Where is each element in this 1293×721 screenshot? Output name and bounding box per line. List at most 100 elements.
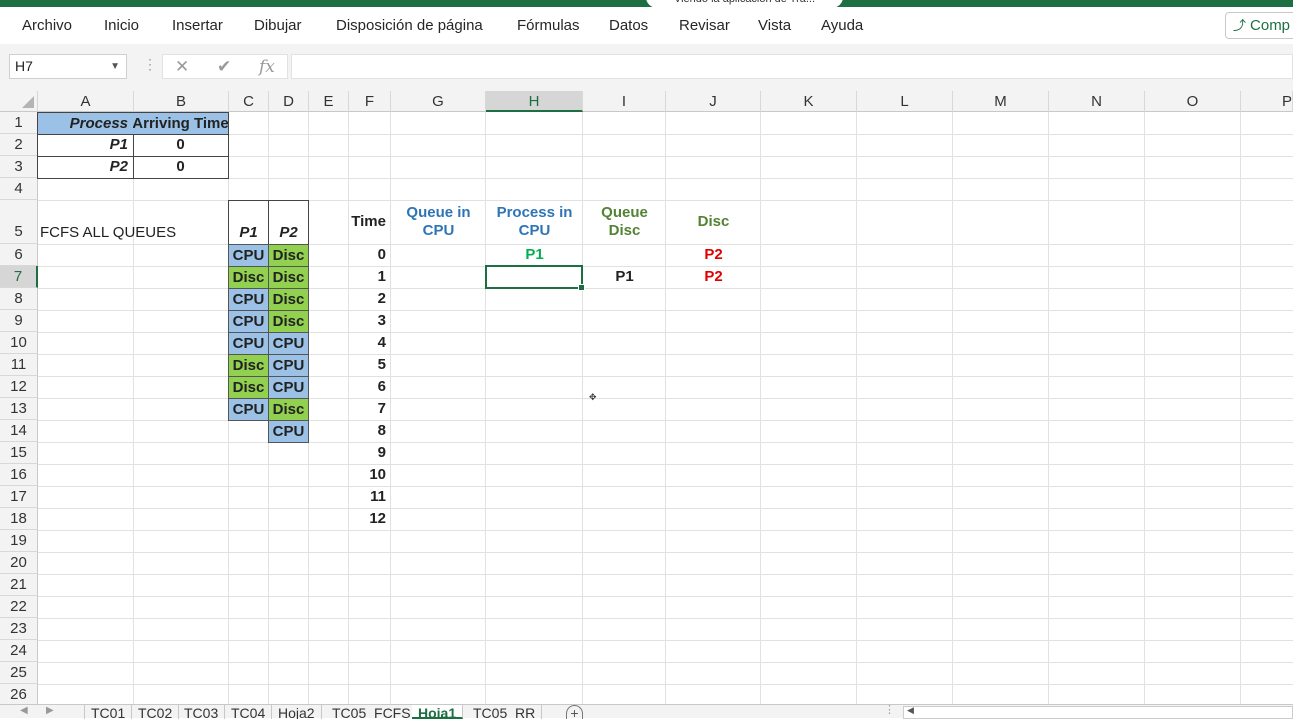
row-header-26[interactable]: 26 <box>0 684 38 704</box>
scroll-left-icon[interactable]: ◀ <box>20 705 28 716</box>
p1-burst-4[interactable]: CPU <box>228 310 269 333</box>
cell-c5-p1-header[interactable]: P1 <box>228 200 269 245</box>
p2-burst-2[interactable]: Disc <box>268 266 309 289</box>
row-header-18[interactable]: 18 <box>0 508 38 530</box>
cell-i7-queue-disc[interactable]: P1 <box>583 266 666 288</box>
column-header-o[interactable]: O <box>1145 91 1241 112</box>
row-header-13[interactable]: 13 <box>0 398 38 420</box>
row-header-10[interactable]: 10 <box>0 332 38 354</box>
tab-formulas[interactable]: Fórmulas <box>517 17 580 34</box>
formula-input[interactable] <box>291 54 1293 79</box>
sheet-tab-tc05-rr[interactable]: TC05_RR <box>467 705 543 719</box>
row-header-15[interactable]: 15 <box>0 442 38 464</box>
row-header-8[interactable]: 8 <box>0 288 38 310</box>
cell-a5-fcfs-label[interactable]: FCFS ALL QUEUES <box>38 222 228 244</box>
row-header-6[interactable]: 6 <box>0 244 38 266</box>
cell-h6-process-cpu[interactable]: P1 <box>486 244 583 266</box>
column-header-l[interactable]: L <box>857 91 953 112</box>
row-header-11[interactable]: 11 <box>0 354 38 376</box>
row-header-20[interactable]: 20 <box>0 552 38 574</box>
row-header-3[interactable]: 3 <box>0 156 38 178</box>
column-header-m[interactable]: M <box>953 91 1049 112</box>
scroll-left-arrow-icon[interactable]: ◀ <box>907 705 914 716</box>
p2-burst-4[interactable]: Disc <box>268 310 309 333</box>
chevron-down-icon[interactable]: ▼ <box>110 55 120 78</box>
cell-d5-p2-header[interactable]: P2 <box>268 200 309 245</box>
cell-j5-disc-header[interactable]: Disc <box>666 200 761 244</box>
row-header-21[interactable]: 21 <box>0 574 38 596</box>
p1-burst-5[interactable]: CPU <box>228 332 269 355</box>
cell-b3-arriving[interactable]: 0 <box>133 156 229 179</box>
p2-burst-1[interactable]: Disc <box>268 244 309 267</box>
row-header-19[interactable]: 19 <box>0 530 38 552</box>
time-value-1[interactable]: 1 <box>349 266 391 288</box>
tab-dibujar[interactable]: Dibujar <box>254 17 302 34</box>
time-value-3[interactable]: 3 <box>349 310 391 332</box>
p2-burst-3[interactable]: Disc <box>268 288 309 311</box>
row-header-4[interactable]: 4 <box>0 178 38 200</box>
function-icon[interactable]: fx <box>259 57 275 77</box>
row-header-14[interactable]: 14 <box>0 420 38 442</box>
tab-inicio[interactable]: Inicio <box>104 17 139 34</box>
cell-i5-queue-disc-header[interactable]: Queue Disc <box>583 200 666 244</box>
time-value-9[interactable]: 9 <box>349 442 391 464</box>
time-value-4[interactable]: 4 <box>349 332 391 354</box>
sheet-tab-tc03[interactable]: TC03 <box>178 705 226 719</box>
sheet-tab-tc04[interactable]: TC04 <box>225 705 273 719</box>
cell-j7-disc[interactable]: P2 <box>666 266 761 288</box>
sheet-tab-tc05-fcfs[interactable]: TC05_FCFS <box>326 705 418 719</box>
row-header-5[interactable]: 5 <box>0 200 38 244</box>
row-header-12[interactable]: 12 <box>0 376 38 398</box>
column-header-h[interactable]: H <box>486 91 583 112</box>
column-header-c[interactable]: C <box>229 91 269 112</box>
cell-g5-queue-cpu-header[interactable]: Queue in CPU <box>391 200 486 244</box>
cell-h5-process-cpu-header[interactable]: Process in CPU <box>486 200 583 244</box>
time-value-0[interactable]: 0 <box>349 244 391 266</box>
add-sheet-button[interactable]: + <box>566 705 583 721</box>
p2-burst-6[interactable]: CPU <box>268 354 309 377</box>
confirm-icon[interactable]: ✔ <box>217 57 231 77</box>
p1-burst-2[interactable]: Disc <box>228 266 269 289</box>
cell-a1-process-header[interactable]: Process <box>37 112 134 135</box>
column-header-b[interactable]: B <box>134 91 229 112</box>
column-header-p[interactable]: P <box>1241 91 1293 112</box>
p2-burst-8[interactable]: Disc <box>268 398 309 421</box>
p2-burst-7[interactable]: CPU <box>268 376 309 399</box>
sheet-tab-tc01[interactable]: TC01 <box>84 705 133 719</box>
row-header-7[interactable]: 7 <box>0 266 38 288</box>
share-button[interactable]: ⤴ Comp <box>1225 12 1293 39</box>
resize-handle-icon[interactable]: ⋮ <box>884 703 895 716</box>
time-value-8[interactable]: 8 <box>349 420 391 442</box>
column-header-a[interactable]: A <box>38 91 134 112</box>
time-value-10[interactable]: 10 <box>349 464 391 486</box>
scroll-right-icon[interactable]: ▶ <box>46 705 54 716</box>
spreadsheet-grid[interactable]: A B C D E F G H I J K L M N O P 1 2 3 4 … <box>0 91 1293 704</box>
tab-insertar[interactable]: Insertar <box>172 17 223 34</box>
cell-b2-arriving[interactable]: 0 <box>133 134 229 157</box>
cell-f5-time-header[interactable]: Time <box>349 200 391 244</box>
time-value-5[interactable]: 5 <box>349 354 391 376</box>
column-header-i[interactable]: I <box>583 91 666 112</box>
cell-a2-process[interactable]: P1 <box>37 134 134 157</box>
p1-burst-1[interactable]: CPU <box>228 244 269 267</box>
cancel-icon[interactable]: ✕ <box>175 57 189 77</box>
row-header-17[interactable]: 17 <box>0 486 38 508</box>
tab-revisar[interactable]: Revisar <box>679 17 730 34</box>
column-header-g[interactable]: G <box>391 91 486 112</box>
time-value-6[interactable]: 6 <box>349 376 391 398</box>
tab-vista[interactable]: Vista <box>758 17 791 34</box>
selected-cell-h7[interactable] <box>485 265 585 291</box>
p2-burst-9[interactable]: CPU <box>268 420 309 443</box>
sheet-tab-hoja2[interactable]: Hoja2 <box>272 705 322 719</box>
column-header-f[interactable]: F <box>349 91 391 112</box>
horizontal-scrollbar[interactable]: ◀ <box>903 705 1293 719</box>
time-value-7[interactable]: 7 <box>349 398 391 420</box>
sheet-tab-tc02[interactable]: TC02 <box>132 705 180 719</box>
row-header-2[interactable]: 2 <box>0 134 38 156</box>
tab-archivo[interactable]: Archivo <box>22 17 72 34</box>
time-value-2[interactable]: 2 <box>349 288 391 310</box>
p1-burst-7[interactable]: Disc <box>228 376 269 399</box>
p1-burst-6[interactable]: Disc <box>228 354 269 377</box>
sheet-tab-hoja1[interactable]: Hoja1 <box>412 705 464 719</box>
column-header-n[interactable]: N <box>1049 91 1145 112</box>
